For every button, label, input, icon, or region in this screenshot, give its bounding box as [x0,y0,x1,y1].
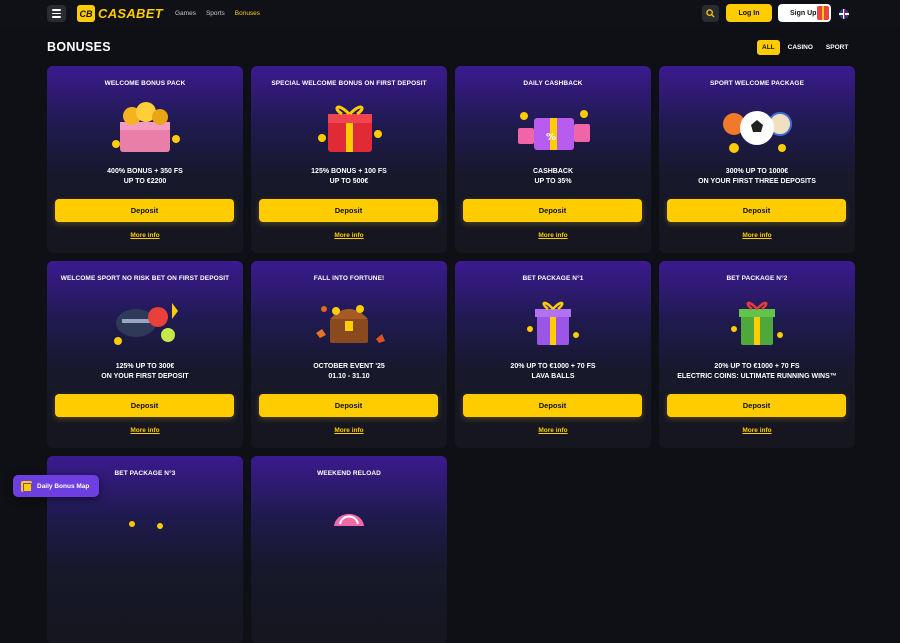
offer-line-2: UP TO 35% [534,177,572,185]
filter-all[interactable]: ALL [757,40,780,55]
filter-sport[interactable]: SPORT [821,40,853,55]
deposit-button[interactable]: Deposit [667,199,846,222]
bonus-card-offer: 125% UP TO 300€ ON YOUR FIRST DEPOSIT [47,362,243,381]
more-info-link[interactable]: More info [251,232,447,239]
gift-icon [817,6,829,20]
bonus-card-title: WEEKEND RELOAD [317,470,381,477]
deposit-button[interactable]: Deposit [667,394,846,417]
bonus-card-offer: 400% BONUS + 350 FS UP TO €2200 [47,167,243,186]
pink-gift-icon [306,484,392,550]
nav-games[interactable]: Games [175,10,196,17]
bonus-card-title: BET PACKAGE N°1 [522,275,584,282]
deposit-button[interactable]: Deposit [463,199,642,222]
bonus-card-title: BET PACKAGE N°2 [726,275,788,282]
top-navigation-bar: CB CASABET Games Sports Bonuses Log In S… [0,0,900,27]
logo-text: CASABET [98,6,163,21]
deposit-button[interactable]: Deposit [259,394,438,417]
map-icon [21,480,32,492]
bonus-card: FALL INTO FORTUNE! OCTOBER EVENT '25 01.10… [251,261,447,448]
signup-label: Sign Up [790,9,817,17]
offer-line-2: ON YOUR FIRST DEPOSIT [101,372,189,380]
more-info-link[interactable]: More info [659,427,855,434]
menu-icon[interactable] [47,5,66,22]
filter-casino[interactable]: CASINO [783,40,818,55]
bonus-card-offer: 20% UP TO €1000 + 70 FS LAVA BALLS [455,362,651,381]
more-info-link[interactable]: More info [455,232,651,239]
bonus-card-title: WELCOME SPORT NO RISK BET ON FIRST DEPOS… [60,275,230,282]
offer-line-2: ELECTRIC COINS: ULTIMATE RUNNING WINS™ [677,372,837,380]
bonus-card: WELCOME BONUS PACK 400% BONUS + 350 FS UP … [47,66,243,253]
bonus-card: WEEKEND RELOAD [251,456,447,643]
svg-text:%: % [546,132,556,143]
bonus-card-offer: 125% BONUS + 100 FS UP TO 500€ [251,167,447,186]
treasure-chest-icon [306,289,392,355]
offer-line-2: LAVA BALLS [531,372,575,380]
daily-bonus-map-label: Daily Bonus Map [37,482,90,490]
deposit-button[interactable]: Deposit [463,394,642,417]
nav-sports[interactable]: Sports [206,10,225,17]
bonus-card: DAILY CASHBACK% CASHBACK UP TO 35% Deposit M… [455,66,651,253]
gold-boxes-icon [102,94,188,160]
bonus-card-offer: OCTOBER EVENT '25 01.10 - 31.10 [251,362,447,381]
offer-line-2: 01.10 - 31.10 [328,372,370,380]
sport-gear-icon [102,289,188,355]
more-info-link[interactable]: More info [47,232,243,239]
login-button[interactable]: Log In [726,4,772,22]
deposit-button[interactable]: Deposit [55,199,234,222]
gift-icon [102,484,188,550]
bonus-card-offer: CASHBACK UP TO 35% [455,167,651,186]
offer-line-1: 125% UP TO 300€ [115,363,175,370]
search-button[interactable] [702,5,719,22]
search-icon [706,9,715,18]
percent-gifts-icon: % [510,94,596,160]
daily-bonus-map-button[interactable]: Daily Bonus Map [13,475,99,497]
more-info-link[interactable]: More info [47,427,243,434]
purple-gift-icon [510,289,596,355]
bonus-card-offer: 300% UP TO 1000€ ON YOUR FIRST THREE DEPO… [659,167,855,186]
offer-line-2: UP TO €2200 [123,177,167,185]
bonus-filters: ALL CASINO SPORT [757,40,853,55]
offer-line-1: 300% UP TO 1000€ [725,168,789,175]
nav-bonuses[interactable]: Bonuses [235,10,260,17]
offer-line-2: UP TO 500€ [329,177,369,185]
red-gift-icon [306,94,392,160]
page-title: BONUSES [47,40,111,54]
offer-line-1: 125% BONUS + 100 FS [311,168,387,175]
bonus-card-title: DAILY CASHBACK [523,80,583,87]
bonus-card-title: SPORT WELCOME PACKAGE [709,80,805,87]
bonus-card-title: SPECIAL WELCOME BONUS ON FIRST DEPOSIT [271,80,427,87]
bonus-card-title: FALL INTO FORTUNE! [313,275,385,282]
offer-line-2: ON YOUR FIRST THREE DEPOSITS [698,177,816,185]
bonus-card-offer: 20% UP TO €1000 + 70 FS ELECTRIC COINS: U… [659,362,855,381]
deposit-button[interactable]: Deposit [259,199,438,222]
more-info-link[interactable]: More info [251,427,447,434]
main-nav: Games Sports Bonuses [175,0,260,27]
bonus-card: BET PACKAGE N°2 20% UP TO €1000 + 70 FS EL… [659,261,855,448]
deposit-button[interactable]: Deposit [55,394,234,417]
more-info-link[interactable]: More info [455,427,651,434]
green-gift-icon [714,289,800,355]
offer-line-1: CASHBACK [532,168,574,175]
offer-line-1: 20% UP TO €1000 + 70 FS [714,363,800,370]
signup-button[interactable]: Sign Up [778,4,831,22]
offer-line-1: 400% BONUS + 350 FS [107,168,183,175]
more-info-link[interactable]: More info [659,232,855,239]
bonus-card: BET PACKAGE N°1 20% UP TO €1000 + 70 FS LA… [455,261,651,448]
casabet-logo[interactable]: CB CASABET [77,5,163,22]
logo-badge: CB [77,5,95,22]
uk-flag-icon[interactable] [839,9,849,19]
sport-balls-icon [714,94,800,160]
offer-line-1: OCTOBER EVENT '25 [313,363,385,370]
offer-line-1: 20% UP TO €1000 + 70 FS [510,363,596,370]
bonus-card: SPORT WELCOME PACKAGE 300% UP TO 1000€ ON … [659,66,855,253]
bonus-card: SPECIAL WELCOME BONUS ON FIRST DEPOSIT 12… [251,66,447,253]
bonus-card-title: WELCOME BONUS PACK [104,80,186,87]
bonus-card: WELCOME SPORT NO RISK BET ON FIRST DEPOS… [47,261,243,448]
